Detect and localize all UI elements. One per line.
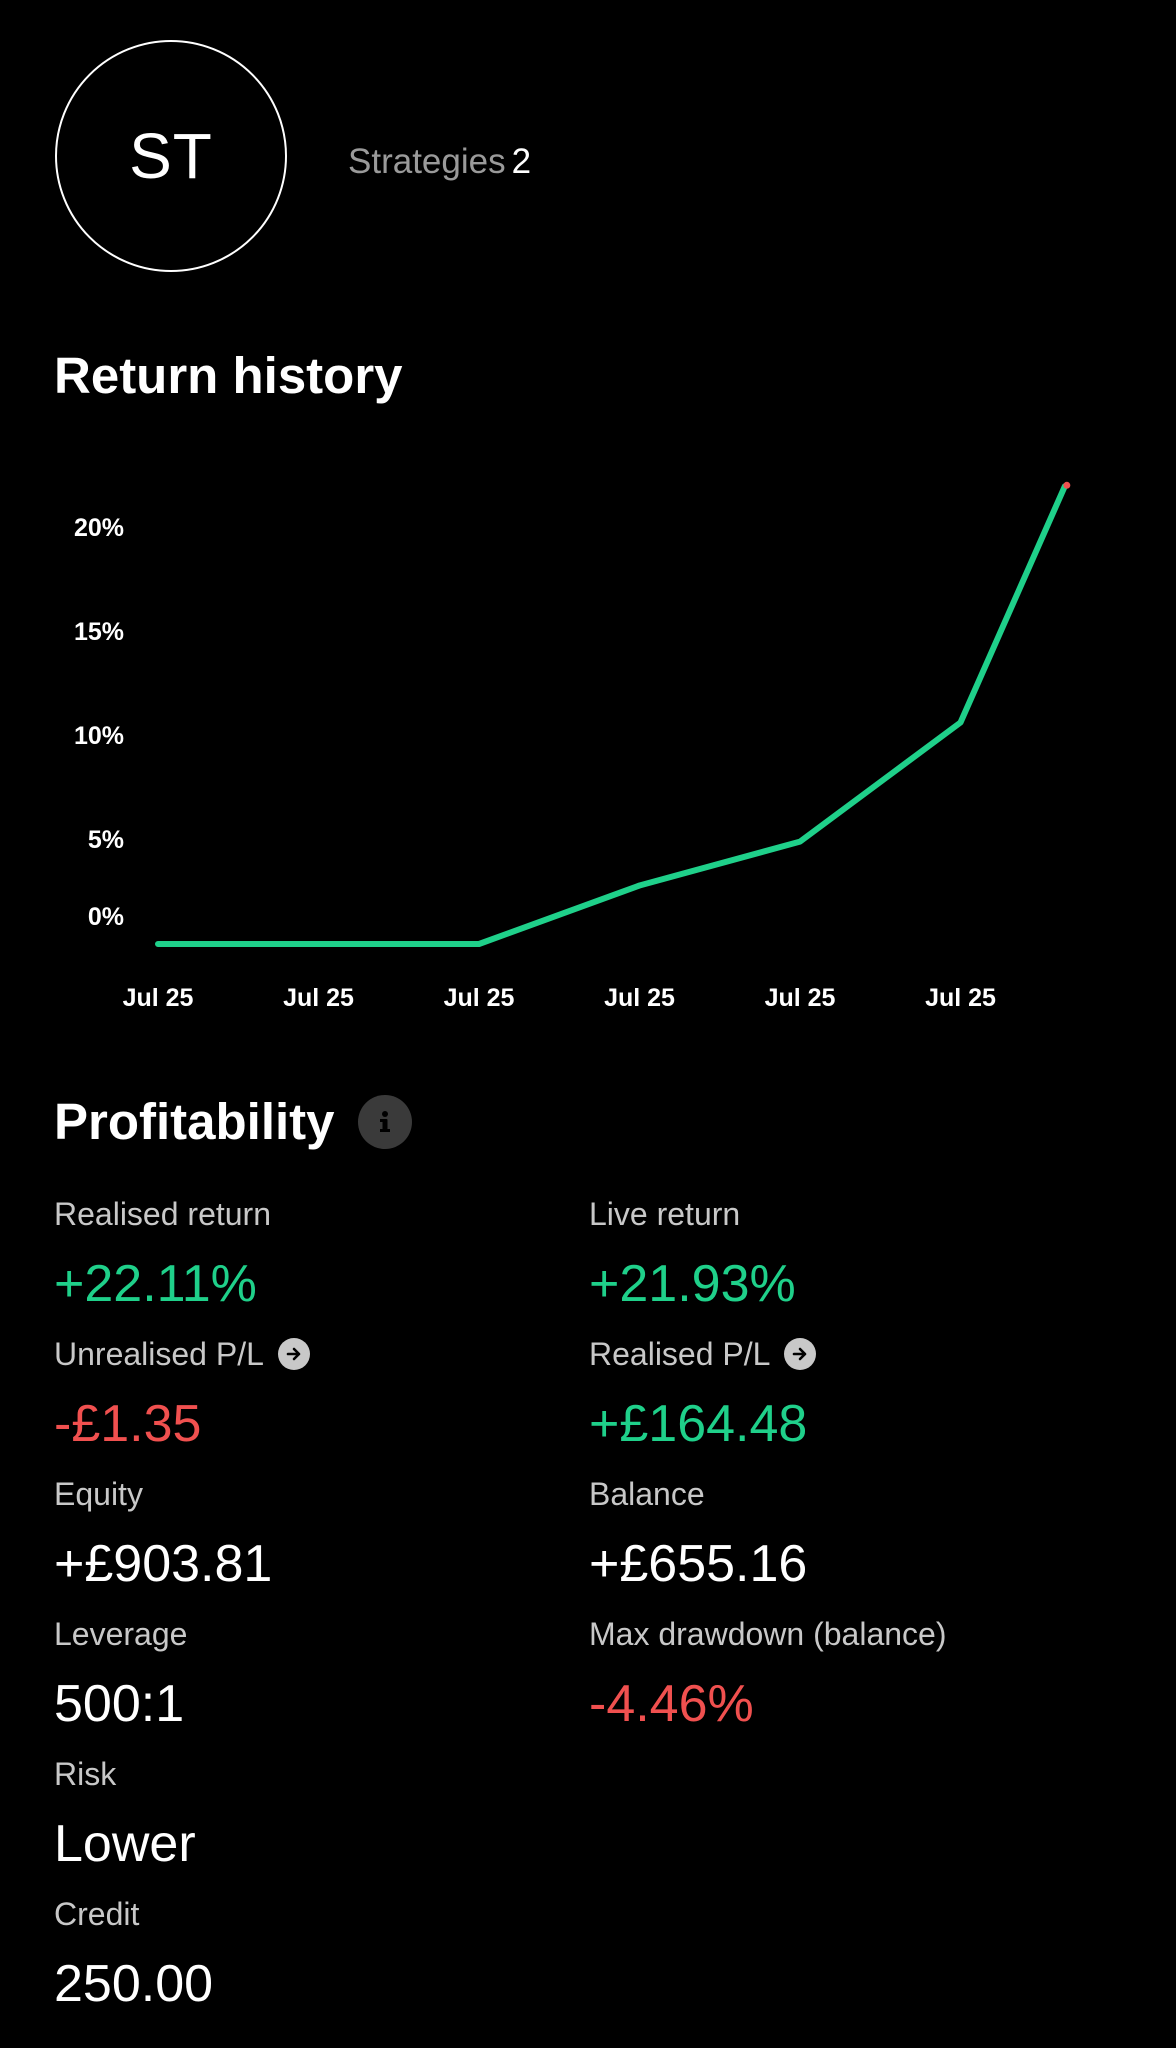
metric-max-drawdown: Max drawdown (balance) -4.46% (589, 1614, 947, 1734)
metric-value: 250.00 (54, 1955, 214, 2013)
y-tick-label: 15% (74, 618, 124, 646)
profitability-title: Profitability (54, 1093, 335, 1150)
metric-value: +£164.48 (589, 1395, 808, 1453)
return-history-chart[interactable]: 20%15%10%5%0% Jul 25 Jul 25 Jul 25 Jul 25 Ju… (0, 440, 1176, 1040)
arrow-right-icon (793, 1347, 807, 1361)
x-tick-label: Jul 25 (925, 984, 996, 1012)
metric-value: +£655.16 (589, 1535, 808, 1593)
metric-label: Realised return (54, 1196, 271, 1232)
metric-credit: Credit 250.00 (54, 1894, 213, 2014)
series-endpoint-marker (1063, 481, 1071, 489)
metric-label: Realised P/L (589, 1336, 771, 1372)
metric-balance: Balance +£655.16 (589, 1474, 807, 1594)
metric-value: +£903.81 (54, 1535, 273, 1593)
x-tick-label: Jul 25 (444, 984, 515, 1012)
info-glyph (380, 1111, 390, 1132)
info-icon[interactable] (358, 1095, 412, 1149)
metric-label: Unrealised P/L (54, 1336, 264, 1372)
metric-risk: Risk Lower (54, 1754, 196, 1874)
x-tick-label: Jul 25 (765, 984, 836, 1012)
arrow-right-circle-icon[interactable] (277, 1338, 310, 1370)
metric-label: Max drawdown (balance) (589, 1616, 947, 1652)
return-history-title: Return history (54, 347, 403, 404)
series-line (155, 483, 1068, 947)
metric-value: -4.46% (589, 1675, 754, 1733)
metric-value: Lower (54, 1815, 196, 1873)
metric-value: 500:1 (54, 1675, 185, 1733)
metric-leverage: Leverage 500:1 (54, 1614, 187, 1734)
metric-label: Credit (54, 1896, 140, 1932)
metric-realised-return: Realised return +22.11% (54, 1194, 271, 1314)
x-tick-label: Jul 25 (604, 984, 675, 1012)
x-tick-label: Jul 25 (123, 984, 194, 1012)
y-tick-label: 0% (88, 903, 124, 931)
metric-live-return: Live return +21.93% (589, 1194, 796, 1314)
y-axis-ticks: 20% 15% 10% 5% 0% (74, 514, 124, 931)
x-tick-label: Jul 25 (283, 984, 354, 1012)
metric-label: Live return (589, 1196, 741, 1232)
metric-value: +22.11% (54, 1255, 257, 1313)
strategies-label: Strategies (348, 142, 506, 181)
metric-unrealised-pl[interactable]: Unrealised P/L -£1.35 (54, 1334, 310, 1454)
strategies-count-value: 2 (511, 142, 532, 181)
metric-label-row: Realised P/L (589, 1334, 817, 1374)
metric-realised-pl[interactable]: Realised P/L +£164.48 (589, 1334, 817, 1454)
avatar[interactable]: ST (55, 40, 287, 272)
arrow-right-circle-icon[interactable] (784, 1338, 817, 1370)
metric-value: -£1.35 (54, 1395, 202, 1453)
y-tick-label: 10% (74, 722, 124, 750)
metric-equity: Equity +£903.81 (54, 1474, 272, 1594)
metric-label: Leverage (54, 1616, 188, 1652)
y-tick-label: 5% (88, 826, 124, 854)
metric-value: +21.93% (589, 1255, 796, 1313)
chart-series (155, 481, 1071, 947)
metric-label: Risk (54, 1756, 117, 1792)
arrow-right-icon (286, 1347, 301, 1361)
strategies-count[interactable]: Strategies 2 (348, 140, 531, 184)
y-tick-label: 20% (74, 514, 124, 542)
metric-label: Equity (54, 1476, 143, 1512)
metric-label-row: Unrealised P/L (54, 1334, 310, 1374)
x-axis-ticks: Jul 25 Jul 25 Jul 25 Jul 25 Jul 25 Jul 25 (123, 984, 996, 1012)
metric-label: Balance (589, 1476, 705, 1512)
avatar-initials: ST (129, 120, 213, 192)
